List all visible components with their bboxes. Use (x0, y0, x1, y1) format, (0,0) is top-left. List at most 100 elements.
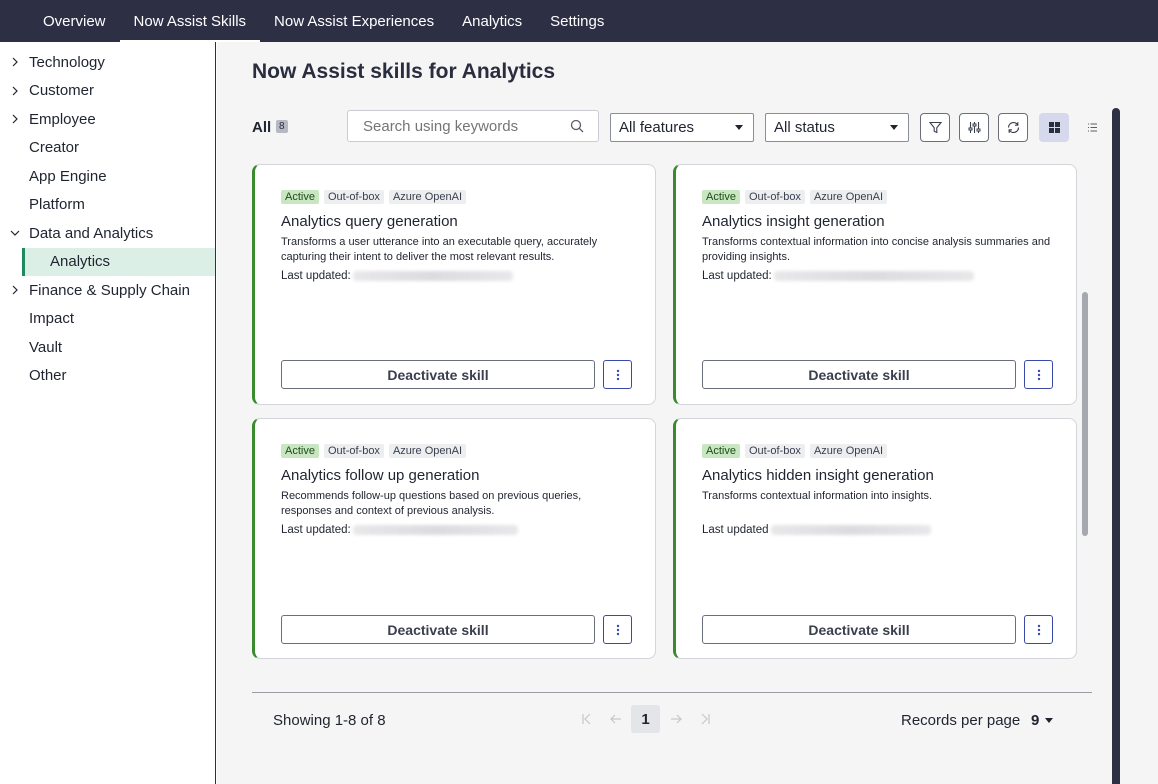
provider-badge: Azure OpenAI (809, 444, 888, 458)
first-page-button[interactable] (572, 705, 601, 733)
deactivate-skill-button[interactable]: Deactivate skill (281, 615, 595, 644)
sidebar: Technology Customer Employee Creator App… (0, 42, 216, 784)
sidebar-item-employee[interactable]: Employee (0, 105, 215, 134)
sidebar-item-vault[interactable]: Vault (0, 333, 215, 362)
sidebar-item-label: Customer (29, 82, 95, 100)
chevron-right-icon (8, 84, 22, 98)
provider-badge: Azure OpenAI (809, 190, 888, 204)
sidebar-item-analytics[interactable]: Analytics (22, 247, 215, 276)
card-description: Recommends follow-up questions based on … (281, 490, 582, 517)
card-title: Analytics insight generation (702, 213, 885, 230)
count-badge: 8 (276, 120, 288, 133)
chevron-right-icon (8, 55, 22, 69)
last-updated-label: Last updated: (281, 524, 351, 536)
sidebar-item-label: Platform (29, 196, 85, 214)
more-options-button[interactable] (603, 615, 632, 644)
chevron-right-icon (8, 283, 22, 297)
tab-analytics[interactable]: Analytics (448, 2, 536, 42)
previous-page-button[interactable] (601, 705, 630, 733)
tab-settings[interactable]: Settings (536, 2, 618, 42)
redacted-date (352, 270, 513, 281)
sidebar-item-label: Employee (29, 110, 96, 128)
records-per-page-label: Records per page (901, 712, 1021, 729)
scrollbar-track[interactable] (1112, 108, 1120, 784)
deactivate-skill-button[interactable]: Deactivate skill (281, 360, 595, 389)
deactivate-skill-button[interactable]: Deactivate skill (702, 615, 1016, 644)
more-options-button[interactable] (1024, 360, 1053, 389)
status-select-value: All status (774, 119, 835, 136)
more-options-button[interactable] (1024, 615, 1053, 644)
list-view-button[interactable] (1077, 113, 1107, 142)
status-badge: Active (702, 190, 740, 204)
last-page-button[interactable] (690, 705, 719, 733)
grid-view-button[interactable] (1039, 113, 1069, 142)
card-description: Transforms contextual information into c… (702, 236, 1051, 263)
card-title: Analytics hidden insight generation (702, 467, 934, 484)
page-number-button[interactable]: 1 (631, 705, 660, 733)
skill-card: Active Out-of-box Azure OpenAI Analytics… (673, 164, 1077, 405)
more-vertical-icon (1037, 369, 1040, 380)
main-content: Now Assist skills for Analytics All 8 Al… (217, 42, 1158, 784)
tag-list: Active Out-of-box Azure OpenAI (702, 190, 888, 204)
list-icon (1087, 123, 1097, 132)
more-options-button[interactable] (603, 360, 632, 389)
divider (252, 692, 1092, 693)
features-select-value: All features (619, 119, 695, 136)
last-updated: Last updated: (702, 270, 974, 282)
sidebar-item-label: Other (29, 367, 67, 385)
arrow-right-icon (670, 714, 682, 724)
tag-list: Active Out-of-box Azure OpenAI (702, 444, 888, 458)
toolbar: All 8 All features All status (252, 110, 1102, 142)
sliders-icon (968, 122, 980, 133)
status-badge: Active (281, 190, 319, 204)
skill-card: Active Out-of-box Azure OpenAI Analytics… (252, 164, 656, 405)
sidebar-item-label: App Engine (29, 167, 107, 185)
sidebar-item-label: Creator (29, 139, 80, 157)
deactivate-skill-button[interactable]: Deactivate skill (702, 360, 1016, 389)
sidebar-item-impact[interactable]: Impact (0, 305, 215, 334)
tab-overview[interactable]: Overview (29, 2, 120, 42)
refresh-button[interactable] (998, 113, 1028, 142)
refresh-icon (1007, 121, 1019, 134)
tag-list: Active Out-of-box Azure OpenAI (281, 444, 467, 458)
sidebar-item-platform[interactable]: Platform (0, 191, 215, 220)
more-vertical-icon (616, 624, 619, 635)
page-title: Now Assist skills for Analytics (252, 60, 556, 83)
card-description: Transforms contextual information into i… (702, 490, 933, 502)
sidebar-item-finance-supply-chain[interactable]: Finance & Supply Chain (0, 276, 215, 305)
adjust-columns-button[interactable] (959, 113, 989, 142)
status-badge: Active (702, 444, 740, 458)
tab-now-assist-experiences[interactable]: Now Assist Experiences (260, 2, 448, 42)
arrow-left-icon (609, 714, 621, 724)
sidebar-item-other[interactable]: Other (0, 362, 215, 391)
caret-down-icon (890, 125, 898, 130)
sidebar-item-app-engine[interactable]: App Engine (0, 162, 215, 191)
card-description: Transforms a user utterance into an exec… (281, 236, 598, 263)
last-updated-label: Last updated (702, 524, 769, 536)
sidebar-item-label: Finance & Supply Chain (29, 281, 190, 299)
next-page-button[interactable] (661, 705, 690, 733)
last-updated-label: Last updated: (281, 270, 351, 282)
sidebar-item-label: Technology (29, 53, 105, 71)
pagination: 1 (572, 705, 719, 733)
caret-down-icon[interactable] (1045, 718, 1053, 723)
status-select[interactable]: All status (765, 113, 909, 142)
search-icon (570, 119, 584, 133)
features-select[interactable]: All features (610, 113, 754, 142)
sidebar-item-technology[interactable]: Technology (0, 48, 215, 77)
redacted-date (773, 270, 974, 281)
records-per-page-select[interactable]: 9 (1031, 712, 1039, 729)
sidebar-item-creator[interactable]: Creator (0, 134, 215, 163)
last-updated: Last updated (702, 524, 931, 536)
scrollbar-thumb[interactable] (1082, 292, 1088, 536)
tab-now-assist-skills[interactable]: Now Assist Skills (119, 2, 261, 42)
skill-card: Active Out-of-box Azure OpenAI Analytics… (673, 418, 1077, 659)
sidebar-item-data-and-analytics[interactable]: Data and Analytics (0, 219, 215, 248)
search-input[interactable] (347, 110, 599, 142)
filter-button[interactable] (920, 113, 950, 142)
caret-down-icon (735, 125, 743, 130)
all-label: All (252, 119, 272, 136)
sidebar-item-label: Analytics (50, 253, 111, 271)
provider-badge: Azure OpenAI (388, 444, 467, 458)
sidebar-item-customer[interactable]: Customer (0, 77, 215, 106)
